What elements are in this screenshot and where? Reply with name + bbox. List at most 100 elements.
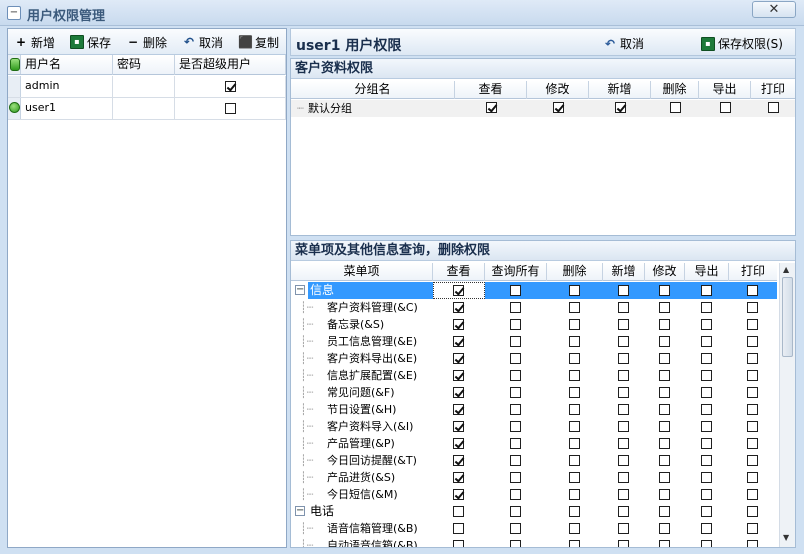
view-checkbox[interactable] xyxy=(453,353,464,364)
tree-leaf-label[interactable]: 今日回访提醒(&T) xyxy=(327,452,417,469)
view-checkbox[interactable] xyxy=(453,404,464,415)
print-checkbox[interactable] xyxy=(747,353,758,364)
export-checkbox[interactable] xyxy=(701,353,712,364)
delete-checkbox[interactable] xyxy=(569,438,580,449)
tree-row[interactable]: ┊┈ 语音信箱管理(&B) xyxy=(291,520,777,537)
cancel-button[interactable]: ↶ 取消 xyxy=(182,34,223,50)
column-delete[interactable]: 删除 xyxy=(651,81,699,99)
export-checkbox[interactable] xyxy=(701,370,712,381)
delete-checkbox[interactable] xyxy=(569,421,580,432)
column-export[interactable]: 导出 xyxy=(699,81,751,99)
print-checkbox[interactable] xyxy=(747,472,758,483)
export-checkbox[interactable] xyxy=(701,455,712,466)
export-checkbox[interactable] xyxy=(701,421,712,432)
add-checkbox[interactable] xyxy=(618,540,629,547)
export-checkbox[interactable] xyxy=(701,387,712,398)
add-checkbox[interactable] xyxy=(618,472,629,483)
modify-checkbox[interactable] xyxy=(659,302,670,313)
column-modify[interactable]: 修改 xyxy=(645,263,685,281)
export-checkbox[interactable] xyxy=(701,540,712,547)
column-modify[interactable]: 修改 xyxy=(527,81,589,99)
tree-row[interactable]: ┊┈ 产品管理(&P) xyxy=(291,435,777,452)
delete-checkbox[interactable] xyxy=(569,540,580,547)
delete-checkbox[interactable] xyxy=(569,387,580,398)
window-menu-icon[interactable]: − xyxy=(7,6,21,20)
tree-expander-icon[interactable]: − xyxy=(295,506,305,516)
cancel-permissions-button[interactable]: ↶ 取消 xyxy=(603,35,644,52)
modify-checkbox[interactable] xyxy=(659,421,670,432)
column-add[interactable]: 新增 xyxy=(589,81,651,99)
username-cell[interactable]: user1 xyxy=(21,98,113,119)
column-menu-item[interactable]: 菜单项 xyxy=(291,263,433,281)
delete-checkbox[interactable] xyxy=(569,302,580,313)
scroll-up-icon[interactable]: ▲ xyxy=(783,265,789,274)
print-checkbox[interactable] xyxy=(747,336,758,347)
query-all-checkbox[interactable] xyxy=(510,370,521,381)
export-checkbox[interactable] xyxy=(701,404,712,415)
delete-checkbox[interactable] xyxy=(569,489,580,500)
view-checkbox[interactable] xyxy=(453,540,464,547)
add-checkbox[interactable] xyxy=(618,353,629,364)
tree-leaf-label[interactable]: 产品进货(&S) xyxy=(327,469,395,486)
delete-button[interactable]: − 删除 xyxy=(126,34,167,50)
modify-checkbox[interactable] xyxy=(659,404,670,415)
menu-scrollbar[interactable]: ▲ ▼ xyxy=(779,263,795,547)
query-all-checkbox[interactable] xyxy=(510,319,521,330)
modify-checkbox[interactable] xyxy=(659,370,670,381)
modify-checkbox[interactable] xyxy=(659,387,670,398)
tree-leaf-label[interactable]: 常见问题(&F) xyxy=(327,384,395,401)
print-checkbox[interactable] xyxy=(747,540,758,547)
view-checkbox[interactable] xyxy=(453,523,464,534)
query-all-checkbox[interactable] xyxy=(510,540,521,547)
view-checkbox[interactable] xyxy=(453,421,464,432)
add-checkbox[interactable] xyxy=(618,302,629,313)
query-all-checkbox[interactable] xyxy=(510,421,521,432)
tree-row[interactable]: − 电话 xyxy=(291,503,777,520)
export-checkbox[interactable] xyxy=(719,102,731,113)
column-group-name[interactable]: 分组名 xyxy=(291,81,455,99)
column-view[interactable]: 查看 xyxy=(455,81,527,99)
query-all-checkbox[interactable] xyxy=(510,302,521,313)
table-row[interactable]: user1 xyxy=(8,98,286,120)
table-row[interactable]: admin xyxy=(8,76,286,98)
tree-leaf-label[interactable]: 客户资料管理(&C) xyxy=(327,299,418,316)
export-checkbox[interactable] xyxy=(701,285,712,296)
close-button[interactable]: ✕ xyxy=(752,1,796,18)
view-checkbox[interactable] xyxy=(453,319,464,330)
print-checkbox[interactable] xyxy=(747,387,758,398)
tree-row[interactable]: ┊┈ 今日短信(&M) xyxy=(291,486,777,503)
column-delete[interactable]: 删除 xyxy=(547,263,603,281)
print-checkbox[interactable] xyxy=(747,438,758,449)
password-cell[interactable] xyxy=(113,98,175,119)
column-query-all[interactable]: 查询所有 xyxy=(485,263,547,281)
modify-checkbox[interactable] xyxy=(659,319,670,330)
export-checkbox[interactable] xyxy=(701,336,712,347)
print-checkbox[interactable] xyxy=(747,285,758,296)
add-user-button[interactable]: + 新增 xyxy=(14,34,55,50)
print-checkbox[interactable] xyxy=(747,506,758,517)
view-checkbox[interactable] xyxy=(453,302,464,313)
tree-row[interactable]: ┊┈ 信息扩展配置(&E) xyxy=(291,367,777,384)
modify-checkbox[interactable] xyxy=(659,438,670,449)
column-export[interactable]: 导出 xyxy=(685,263,729,281)
query-all-checkbox[interactable] xyxy=(510,523,521,534)
view-checkbox[interactable] xyxy=(453,370,464,381)
add-checkbox[interactable] xyxy=(618,387,629,398)
query-all-checkbox[interactable] xyxy=(510,353,521,364)
tree-row[interactable]: ┊┈ 员工信息管理(&E) xyxy=(291,333,777,350)
tree-node-label[interactable]: 电话 xyxy=(308,503,336,520)
tree-leaf-label[interactable]: 产品管理(&P) xyxy=(327,435,395,452)
print-checkbox[interactable] xyxy=(747,319,758,330)
column-username[interactable]: 用户名 xyxy=(21,55,113,75)
query-all-checkbox[interactable] xyxy=(510,404,521,415)
tree-row[interactable]: ┊┈ 节日设置(&H) xyxy=(291,401,777,418)
copy-button[interactable]: ⬛ 复制 xyxy=(238,34,279,50)
save-permissions-button[interactable]: ▪ 保存权限(S) xyxy=(701,35,783,52)
modify-checkbox[interactable] xyxy=(659,353,670,364)
delete-checkbox[interactable] xyxy=(569,455,580,466)
modify-checkbox[interactable] xyxy=(659,489,670,500)
tree-leaf-label[interactable]: 客户资料导出(&E) xyxy=(327,350,417,367)
query-all-checkbox[interactable] xyxy=(510,438,521,449)
export-checkbox[interactable] xyxy=(701,319,712,330)
super-user-checkbox[interactable] xyxy=(224,102,236,114)
